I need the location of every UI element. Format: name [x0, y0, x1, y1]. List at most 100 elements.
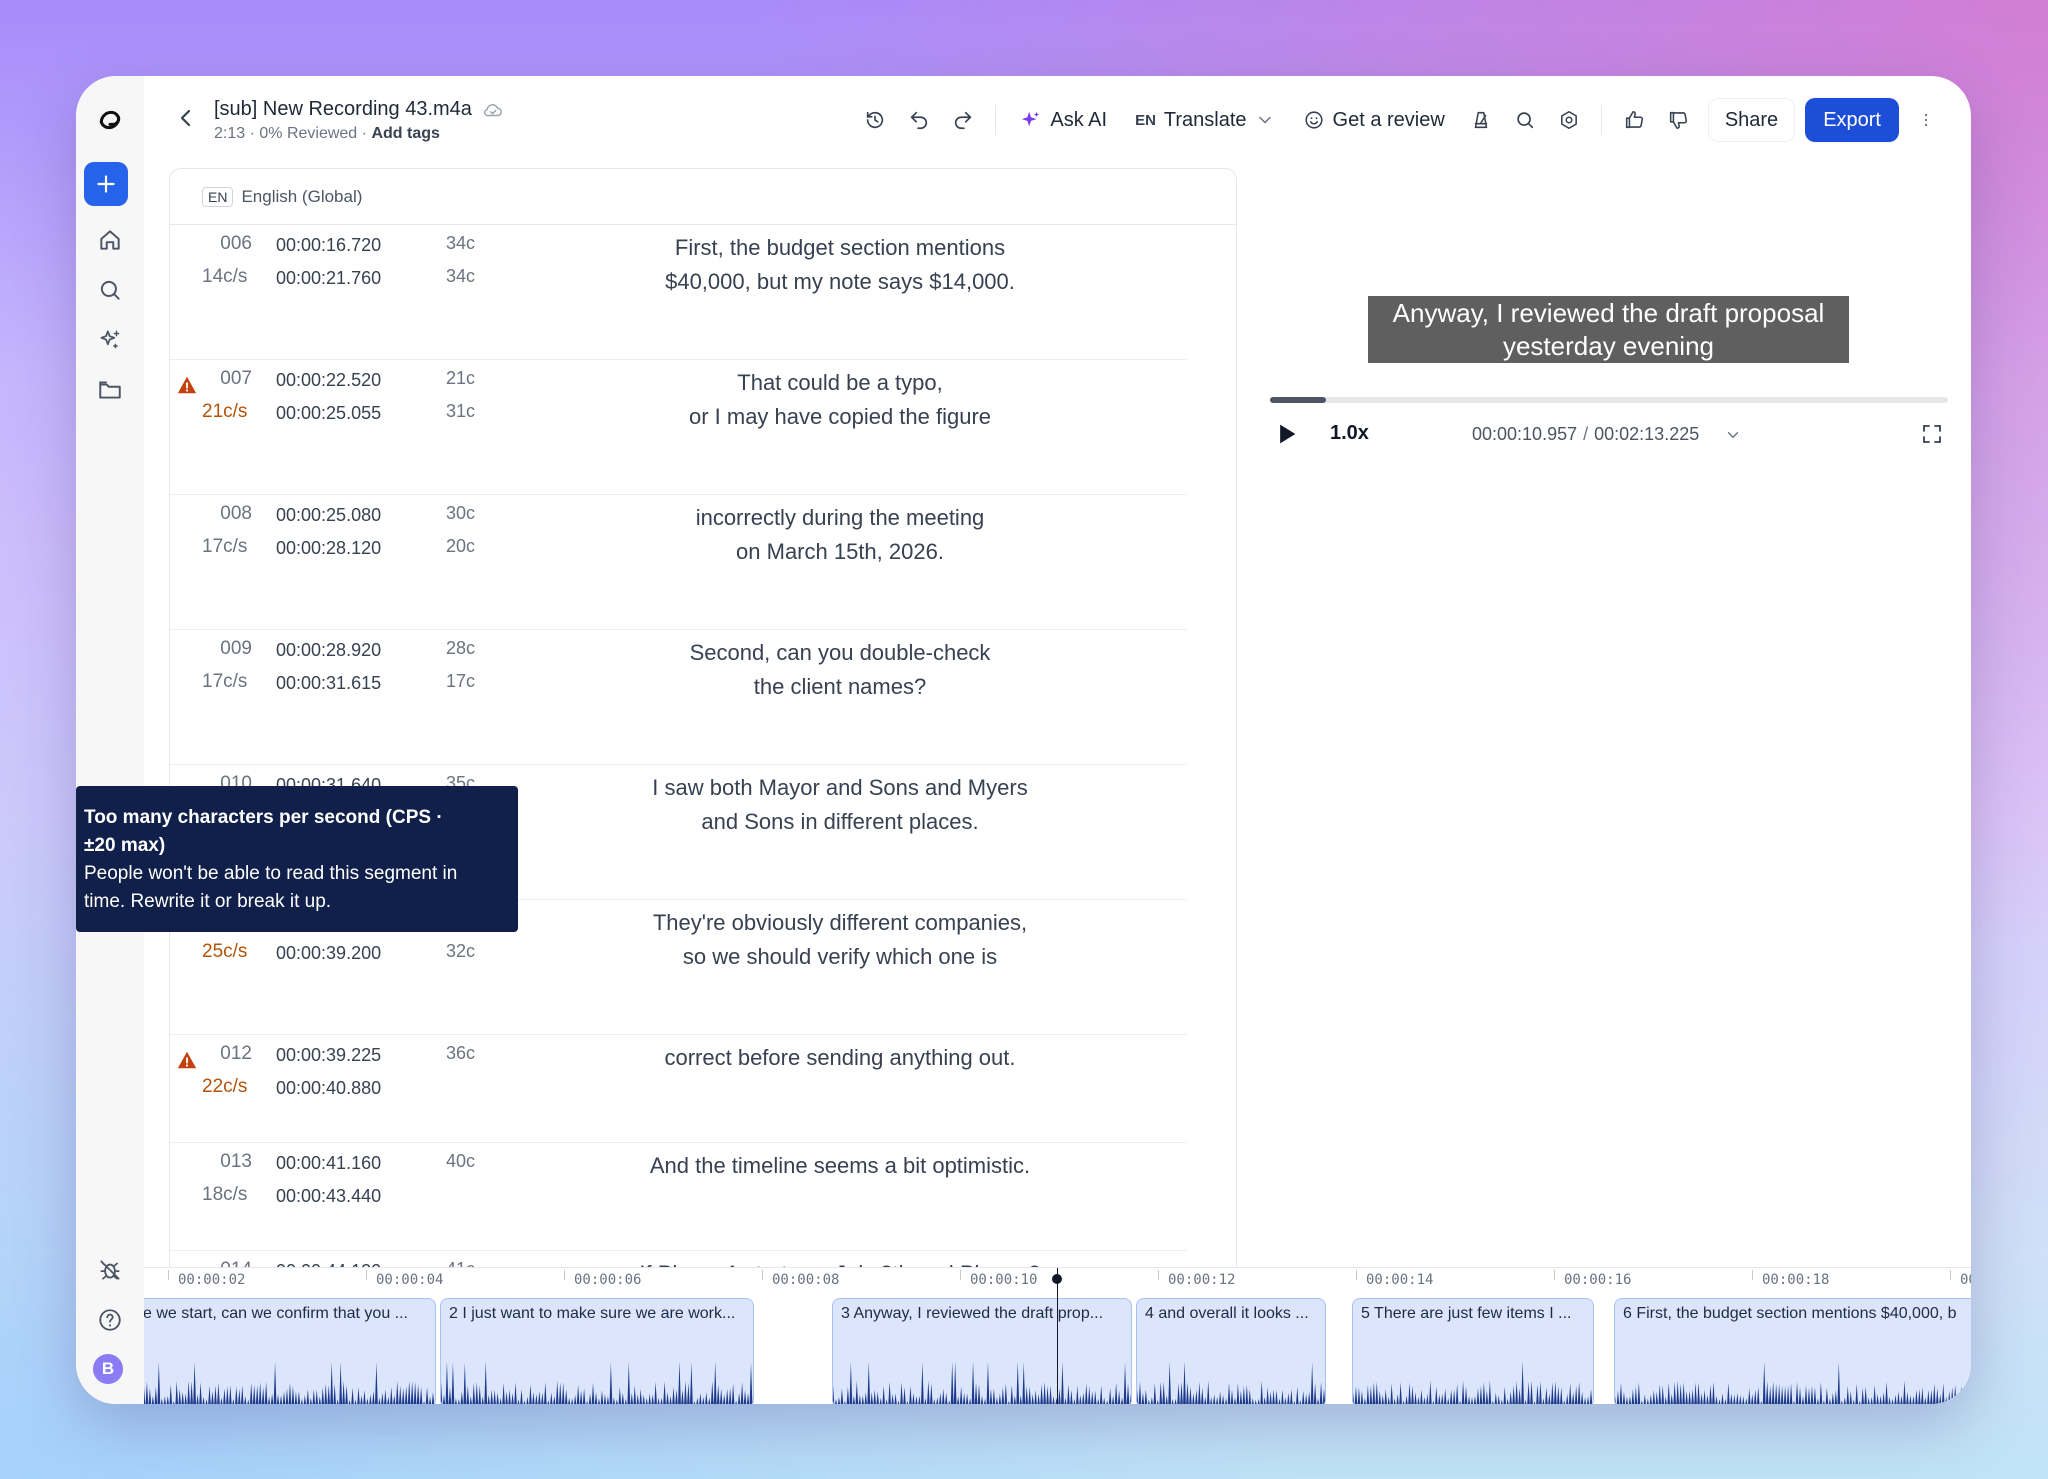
language-code: EN [202, 186, 234, 207]
line1-char-count: 34c [446, 233, 476, 253]
subtitle-clip[interactable]: 3 Anyway, I reviewed the draft prop... [832, 1298, 1132, 1404]
redo-icon[interactable] [941, 98, 985, 142]
segment-cps[interactable]: 17c/s [202, 536, 247, 558]
segment-cps[interactable]: 17c/s [202, 671, 247, 693]
clip-label: 3 Anyway, I reviewed the draft prop... [841, 1305, 1104, 1322]
segment-row[interactable]: 012 22c/s 00:00:39.225 00:00:40.880 36c corre… [170, 1035, 1187, 1143]
undo-icon[interactable] [897, 98, 941, 142]
subtitle-clip[interactable]: 2 I just want to make sure we are work..… [440, 1298, 754, 1404]
segment-start-time[interactable]: 00:00:28.920 [276, 640, 381, 661]
settings-icon[interactable] [1547, 98, 1591, 142]
segment-start-time[interactable]: 00:00:25.080 [276, 505, 381, 526]
tick-label: 00:00:12 [1168, 1272, 1236, 1288]
bug-report-icon[interactable] [92, 1252, 128, 1288]
segment-start-time[interactable]: 00:00:16.720 [276, 235, 381, 256]
segment-row[interactable]: 007 21c/s 00:00:22.520 00:00:25.055 21c 31c Th… [170, 360, 1187, 495]
transcript-panel: EN English (Global) 006 14c/s 00:00:16.720… [169, 168, 1237, 1344]
more-options-icon[interactable] [1911, 98, 1941, 142]
tick-mark [762, 1270, 763, 1280]
line1-char-count: 30c [446, 503, 476, 523]
segment-cps[interactable]: 22c/s [202, 1076, 247, 1098]
playhead-handle[interactable] [1052, 1274, 1062, 1284]
new-project-button[interactable] [84, 162, 128, 206]
segment-number: 009 [220, 638, 252, 659]
language-bar[interactable]: EN English (Global) [170, 169, 1236, 225]
translate-dropdown[interactable]: EN Translate [1121, 98, 1288, 142]
sparkle-icon[interactable] [92, 322, 128, 358]
back-icon[interactable] [174, 106, 198, 130]
waveform [441, 1361, 753, 1404]
playback-speed[interactable]: 1.0x [1330, 422, 1369, 445]
subtitle-clip[interactable]: 4 and overall it looks ... [1136, 1298, 1326, 1404]
segment-text[interactable]: I saw both Mayor and Sons and Myers and S… [530, 771, 1150, 839]
warning-icon[interactable] [176, 1049, 197, 1069]
metronome-icon[interactable] [1459, 98, 1503, 142]
share-button[interactable]: Share [1707, 98, 1796, 142]
segment-end-time[interactable]: 00:00:25.055 [276, 403, 381, 424]
segment-start-time[interactable]: 00:00:39.225 [276, 1045, 381, 1066]
help-icon[interactable] [92, 1302, 128, 1338]
segment-end-time[interactable]: 00:00:31.615 [276, 673, 381, 694]
segment-start-time[interactable]: 00:00:22.520 [276, 370, 381, 391]
segment-end-time[interactable]: 00:00:28.120 [276, 538, 381, 559]
segment-end-time[interactable]: 00:00:40.880 [276, 1078, 381, 1099]
segment-row[interactable]: 006 14c/s 00:00:16.720 00:00:21.760 34c 34c Fi… [170, 225, 1187, 360]
app-logo-icon[interactable] [92, 102, 128, 138]
segment-text[interactable]: Second, can you double-check the client n… [530, 636, 1150, 704]
segment-text[interactable]: They're obviously different companies, so… [530, 906, 1150, 974]
add-tags-link[interactable]: Add tags [371, 125, 439, 142]
thumbs-up-icon[interactable] [1612, 98, 1656, 142]
segment-row[interactable]: 013 18c/s 00:00:41.160 00:00:43.440 40c And t… [170, 1143, 1187, 1251]
segment-row[interactable]: 008 17c/s 00:00:25.080 00:00:28.120 30c 20c in… [170, 495, 1187, 630]
line2-char-count: 20c [446, 536, 476, 556]
segment-end-time[interactable]: 00:00:43.440 [276, 1186, 381, 1207]
tick-mark [1950, 1270, 1951, 1280]
play-icon[interactable] [1272, 420, 1300, 448]
segment-cps[interactable]: 14c/s [202, 266, 247, 288]
user-avatar[interactable]: B [93, 1354, 123, 1384]
language-name: English (Global) [241, 186, 363, 206]
subtitle-clip[interactable]: 5 There are just few items I ... [1352, 1298, 1594, 1404]
segment-text[interactable]: That could be a typo, or I may have copie… [530, 366, 1150, 434]
search-icon[interactable] [1503, 98, 1547, 142]
segment-text[interactable]: First, the budget section mentions $40,00… [530, 231, 1150, 299]
search-icon[interactable] [92, 272, 128, 308]
file-title[interactable]: [sub] New Recording 43.m4a [214, 98, 472, 121]
thumbs-down-icon[interactable] [1656, 98, 1700, 142]
segment-cps[interactable]: 25c/s [202, 941, 247, 963]
segment-number: 006 [220, 233, 252, 254]
segment-cps[interactable]: 18c/s [202, 1184, 247, 1206]
segment-end-time[interactable]: 00:00:21.760 [276, 268, 381, 289]
home-icon[interactable] [92, 222, 128, 258]
line2-char-count: 32c [446, 941, 476, 961]
export-button[interactable]: Export [1805, 98, 1899, 142]
clip-label: 6 First, the budget section mentions $40… [1623, 1305, 1957, 1322]
chevron-down-icon[interactable] [1724, 426, 1742, 444]
waveform [1137, 1361, 1325, 1404]
playback-progress[interactable] [1270, 397, 1948, 403]
segment-number: 013 [220, 1151, 252, 1172]
playhead[interactable] [1057, 1268, 1058, 1404]
segment-end-time[interactable]: 00:00:39.200 [276, 943, 381, 964]
subtitle-clip[interactable]: 6 First, the budget section mentions $40… [1614, 1298, 1971, 1404]
segment-start-time[interactable]: 00:00:41.160 [276, 1153, 381, 1174]
warning-icon[interactable] [176, 374, 197, 394]
history-icon[interactable] [853, 98, 897, 142]
segment-text[interactable]: correct before sending anything out. [530, 1041, 1150, 1075]
ask-ai-button[interactable]: Ask AI [1006, 98, 1121, 142]
file-info: [sub] New Recording 43.m4a 2:13 · 0% Rev… [214, 98, 504, 143]
segment-cps[interactable]: 21c/s [202, 401, 247, 423]
review-progress: 0% Reviewed [259, 125, 358, 142]
subtitle-clip[interactable]: e we start, can we confirm that you ... [144, 1298, 436, 1404]
duration: 2:13 [214, 125, 246, 142]
timeline[interactable]: 00:00:02 00:00:04 00:00:06 00:00:08 00:00:10… [144, 1267, 1971, 1404]
segment-text[interactable]: And the timeline seems a bit optimistic. [530, 1149, 1150, 1183]
fullscreen-icon[interactable] [1920, 422, 1944, 446]
segment-text[interactable]: incorrectly during the meeting on March 1… [530, 501, 1150, 569]
waveform [144, 1361, 435, 1404]
tick-mark [366, 1270, 367, 1280]
segment-row[interactable]: 009 17c/s 00:00:28.920 00:00:31.615 28c 17c Se… [170, 630, 1187, 765]
line1-char-count: 28c [446, 638, 476, 658]
folder-icon[interactable] [92, 372, 128, 408]
get-review-button[interactable]: Get a review [1289, 98, 1459, 142]
